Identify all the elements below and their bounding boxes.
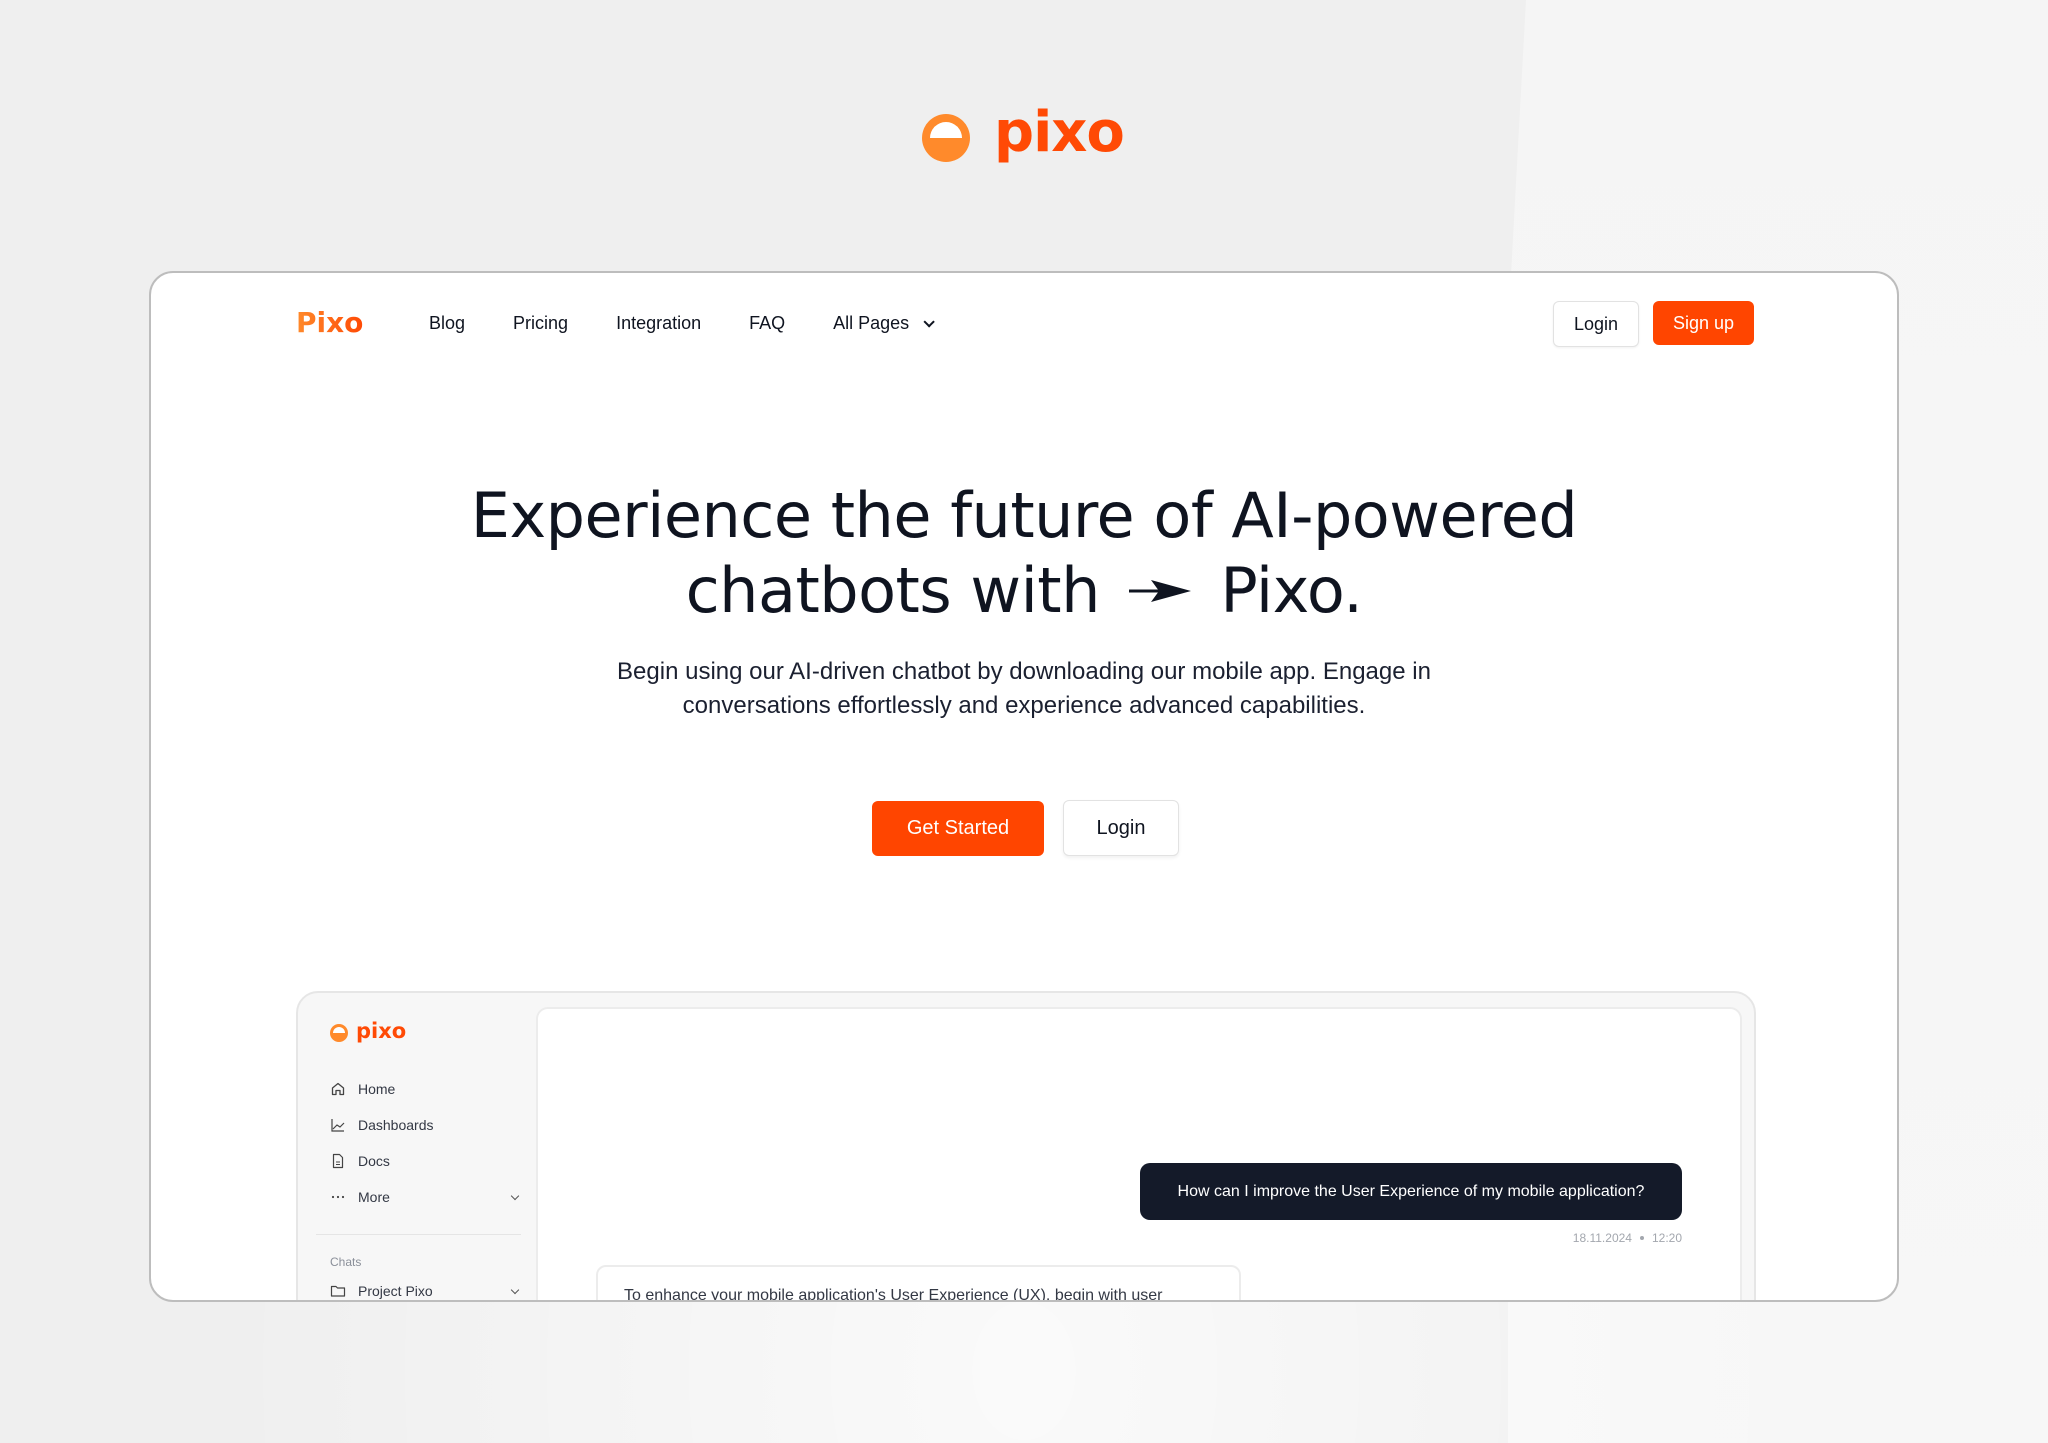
nav-link-faq[interactable]: FAQ: [749, 313, 785, 334]
nav-link-pricing[interactable]: Pricing: [513, 313, 568, 334]
bot-message-bubble: To enhance your mobile application's Use…: [596, 1265, 1241, 1302]
hero-subtitle: Begin using our AI-driven chatbot by dow…: [151, 655, 1897, 723]
get-started-button[interactable]: Get Started: [872, 801, 1044, 856]
hero-login-button[interactable]: Login: [1063, 800, 1179, 856]
chart-icon: [331, 1119, 345, 1132]
sidebar-item-dashboards[interactable]: Dashboards: [330, 1117, 520, 1133]
hero-title-line1: Experience the future of AI-powered: [470, 479, 1578, 552]
sidebar-item-more[interactable]: More: [330, 1189, 520, 1205]
more-icon: [331, 1195, 345, 1199]
chevron-down-icon: [510, 1191, 520, 1201]
sidebar-item-label: More: [358, 1189, 390, 1205]
message-time: 12:20: [1651, 1231, 1682, 1245]
user-message-bubble: How can I improve the User Experience of…: [1140, 1163, 1682, 1220]
folder-icon: [330, 1285, 346, 1297]
browser-frame: Pixo Blog Pricing Integration FAQ All Pa…: [149, 271, 1899, 1302]
hero-title-line2: chatbots with Pixo.: [151, 553, 1897, 628]
sidebar-item-label: Home: [358, 1081, 396, 1097]
nav-signup-button[interactable]: Sign up: [1653, 301, 1754, 345]
message-date: 18.11.2024: [1572, 1231, 1632, 1245]
chevron-down-icon: [510, 1285, 520, 1295]
brand-wordmark: pixo: [994, 100, 1125, 165]
separator-dot: [1639, 1236, 1644, 1240]
hero-subtitle-line1: Begin using our AI-driven chatbot by dow…: [617, 658, 1431, 685]
sidebar-item-home[interactable]: Home: [330, 1081, 520, 1097]
hero-subtitle-line2: conversations effortlessly and experienc…: [682, 692, 1366, 719]
chat-panel: How can I improve the User Experience of…: [536, 1007, 1742, 1302]
nav-link-all-pages[interactable]: All Pages: [833, 313, 935, 334]
nav-link-blog[interactable]: Blog: [429, 313, 465, 334]
nav-login-button[interactable]: Login: [1553, 301, 1639, 347]
nav-links: Blog Pricing Integration FAQ All Pages: [429, 313, 979, 334]
nav-logo[interactable]: Pixo: [296, 306, 363, 339]
sidebar-item-label: Project Pixo: [358, 1283, 433, 1299]
sidebar-item-label: Dashboards: [358, 1117, 434, 1133]
home-icon: [331, 1082, 345, 1096]
app-logo-icon: [330, 1024, 348, 1042]
app-logo: pixo: [330, 1019, 406, 1043]
sidebar-chat-project-pixo[interactable]: Project Pixo: [330, 1283, 520, 1299]
hero-title-line2-pre: chatbots with: [685, 554, 1101, 627]
sidebar-item-docs[interactable]: Docs: [330, 1153, 520, 1169]
nav-link-integration[interactable]: Integration: [616, 313, 701, 334]
sidebar-section-chats: Chats: [330, 1255, 362, 1269]
sidebar-divider: [316, 1234, 521, 1235]
arrow-right-icon: [1129, 579, 1192, 602]
hero-title: Experience the future of AI-powered chat…: [151, 478, 1897, 628]
chevron-down-icon: [923, 315, 935, 328]
brand-logo: pixo: [922, 100, 1125, 168]
top-nav: Pixo Blog Pricing Integration FAQ All Pa…: [151, 273, 1897, 373]
app-preview: pixo Home Dashboards Docs More Chats Pro…: [296, 991, 1756, 1302]
app-logo-wordmark: pixo: [356, 1019, 407, 1043]
nav-link-all-pages-label: All Pages: [833, 313, 910, 333]
document-icon: [332, 1153, 344, 1169]
sidebar-item-label: Docs: [358, 1153, 390, 1169]
brand-logo-icon: [922, 114, 970, 162]
bot-message-text: To enhance your mobile application's Use…: [624, 1287, 1163, 1302]
message-timestamp: 18.11.2024 12:20: [1573, 1231, 1682, 1245]
hero-title-line2-post: Pixo.: [1220, 554, 1363, 627]
